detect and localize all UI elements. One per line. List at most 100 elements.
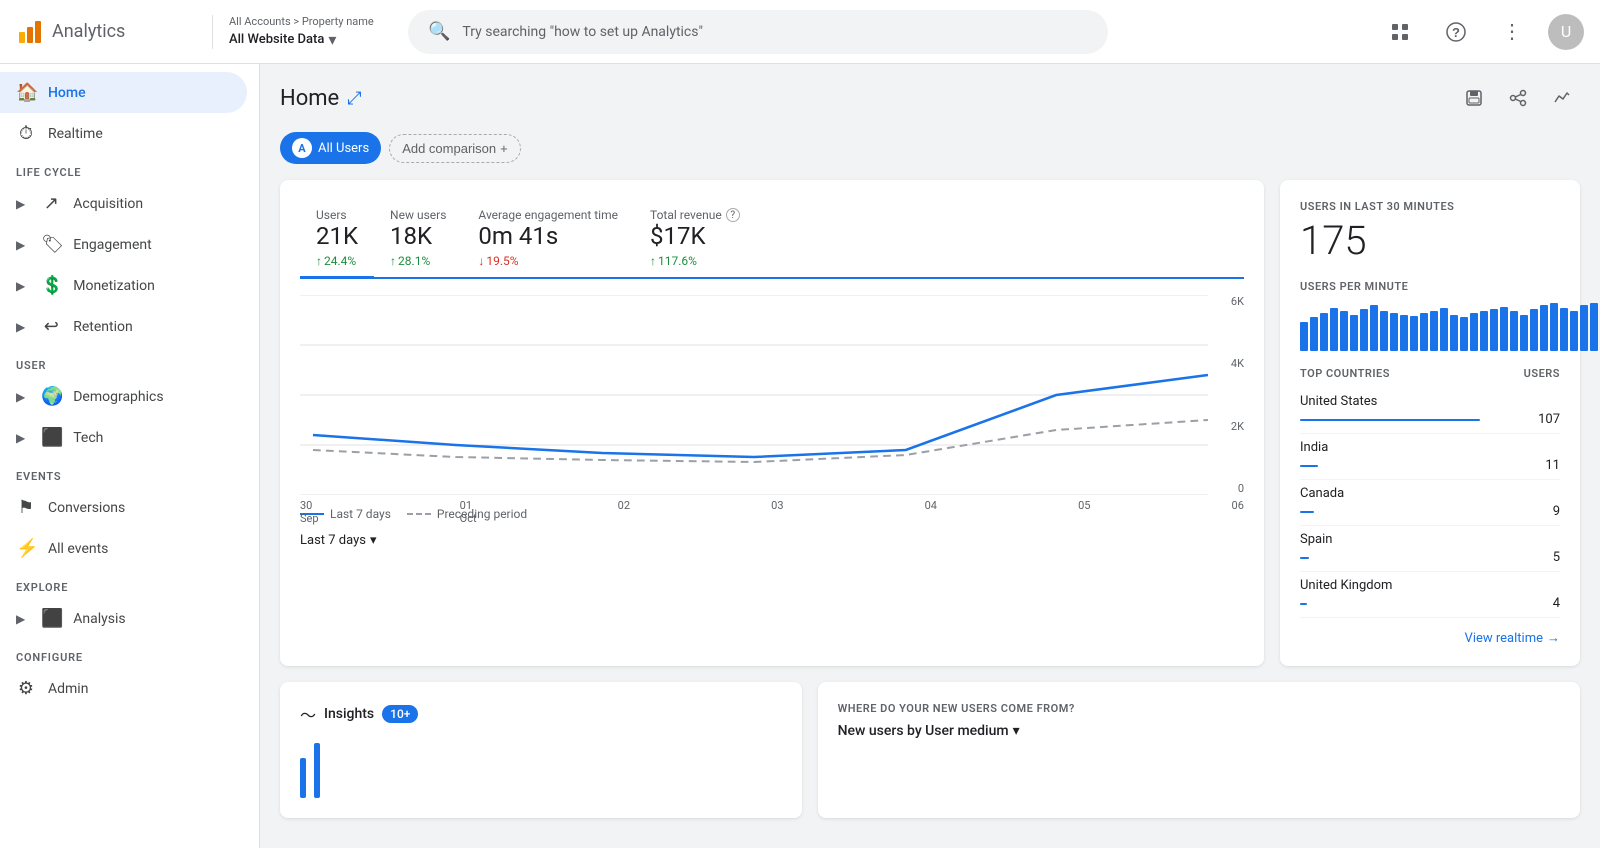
country-row[interactable]: United States 107 bbox=[1300, 388, 1560, 434]
mini-bar-item bbox=[1490, 309, 1498, 351]
expand-icon: ▶ bbox=[16, 197, 25, 211]
users-tab-value: 21K bbox=[316, 222, 358, 250]
country-name: United States bbox=[1300, 394, 1377, 409]
sidebar-item-monetization[interactable]: ▶ 💲 Monetization bbox=[0, 265, 247, 306]
country-row[interactable]: India 11 bbox=[1300, 434, 1560, 480]
main-chart: 6K 4K 2K 0 30Sep 01Oct 02 03 04 05 06 bbox=[300, 295, 1244, 495]
sidebar-label-retention: Retention bbox=[73, 319, 133, 335]
save-report-button[interactable] bbox=[1456, 80, 1492, 116]
add-comparison-button[interactable]: Add comparison + bbox=[389, 134, 521, 163]
sidebar-item-engagement[interactable]: ▶ 🏷 Engagement bbox=[0, 224, 247, 265]
new-users-dropdown[interactable]: New users by User medium ▾ bbox=[838, 723, 1560, 739]
mini-bar-item bbox=[1420, 313, 1428, 351]
revenue-info-icon: ? bbox=[726, 208, 740, 222]
realtime-value: 175 bbox=[1300, 217, 1560, 264]
help-button[interactable]: ? bbox=[1436, 12, 1476, 52]
save-report-icon bbox=[1464, 88, 1484, 108]
sidebar-item-tech[interactable]: ▶ ⬛ Tech bbox=[0, 417, 247, 458]
new-users-tab[interactable]: New users 18K ↑ 28.1% bbox=[374, 200, 462, 277]
help-icon: ? bbox=[1446, 22, 1466, 42]
tech-icon: ⬛ bbox=[41, 427, 61, 448]
expand-icon-demo: ▶ bbox=[16, 390, 25, 404]
country-row[interactable]: United Kingdom 4 bbox=[1300, 572, 1560, 618]
page-title-link-icon[interactable]: ⤢ bbox=[347, 88, 361, 109]
avg-engagement-label: Average engagement time bbox=[478, 208, 618, 222]
logo-text: Analytics bbox=[52, 21, 125, 42]
insights-button[interactable] bbox=[1544, 80, 1580, 116]
all-events-icon: ⚡ bbox=[16, 538, 36, 559]
country-row[interactable]: Canada 9 bbox=[1300, 480, 1560, 526]
sidebar-item-realtime[interactable]: ⏱ Realtime bbox=[0, 113, 247, 154]
analytics-logo-icon bbox=[16, 18, 44, 46]
apps-button[interactable] bbox=[1380, 12, 1420, 52]
users-tab[interactable]: Users 21K ↑ 24.4% bbox=[300, 200, 374, 279]
mini-bar-item bbox=[1560, 308, 1568, 351]
country-count: 9 bbox=[1553, 504, 1560, 519]
sidebar-item-admin[interactable]: ⚙ Admin bbox=[0, 668, 247, 709]
expand-icon-analysis: ▶ bbox=[16, 612, 25, 626]
mini-bar-item bbox=[1510, 311, 1518, 351]
share-icon bbox=[1508, 88, 1528, 108]
mini-bar-item bbox=[1520, 315, 1528, 351]
events-section: EVENTS bbox=[0, 458, 259, 487]
y-label-0: 0 bbox=[1238, 482, 1244, 495]
period-selector[interactable]: Last 7 days ▾ bbox=[300, 533, 1244, 548]
total-revenue-change: ↑ 117.6% bbox=[650, 254, 740, 268]
share-button[interactable] bbox=[1500, 80, 1536, 116]
search-icon: 🔍 bbox=[428, 21, 450, 42]
view-realtime-button[interactable]: View realtime → bbox=[1300, 630, 1560, 646]
sidebar-item-all-events[interactable]: ⚡ All events bbox=[0, 528, 247, 569]
bottom-row: 〜 Insights 10+ WHERE DO YOUR NEW USERS C… bbox=[280, 682, 1580, 818]
mini-bar-item bbox=[1330, 308, 1338, 351]
home-icon: 🏠 bbox=[16, 82, 36, 103]
country-bar-row: 9 bbox=[1300, 504, 1560, 519]
country-count: 4 bbox=[1553, 596, 1560, 611]
insights-card: 〜 Insights 10+ bbox=[280, 682, 802, 818]
country-bar bbox=[1300, 419, 1480, 421]
view-realtime-label: View realtime bbox=[1465, 631, 1543, 646]
users-column-label: USERS bbox=[1524, 367, 1560, 380]
all-users-chip[interactable]: A All Users bbox=[280, 132, 381, 164]
sidebar-item-demographics[interactable]: ▶ 🌍 Demographics bbox=[0, 376, 247, 417]
mini-bar-item bbox=[1460, 317, 1468, 351]
more-button[interactable]: ⋮ bbox=[1492, 12, 1532, 52]
country-bar-row: 4 bbox=[1300, 596, 1560, 611]
avg-engagement-tab[interactable]: Average engagement time 0m 41s ↓ 19.5% bbox=[462, 200, 634, 277]
page-header: Home ⤢ bbox=[280, 80, 1580, 116]
mini-bar-item bbox=[1540, 305, 1548, 351]
sidebar-item-conversions[interactable]: ⚑ Conversions bbox=[0, 487, 247, 528]
avatar-initial: U bbox=[1561, 22, 1571, 41]
new-users-change: ↑ 28.1% bbox=[390, 254, 446, 268]
breadcrumb-bottom[interactable]: All Website Data ▾ bbox=[229, 30, 392, 49]
user-avatar[interactable]: U bbox=[1548, 14, 1584, 50]
breadcrumb-dropdown-icon: ▾ bbox=[328, 30, 336, 49]
x-label-02: 02 bbox=[618, 499, 630, 525]
mini-bar-item bbox=[1580, 305, 1588, 351]
country-count: 107 bbox=[1538, 412, 1560, 427]
sidebar-item-analysis[interactable]: ▶ ⬛ Analysis bbox=[0, 598, 247, 639]
mini-bar-item bbox=[1300, 322, 1308, 351]
expand-icon-engagement: ▶ bbox=[16, 238, 25, 252]
total-revenue-tab[interactable]: Total revenue ? $17K ↑ 117.6% bbox=[634, 200, 756, 277]
mini-bar-item bbox=[1380, 311, 1388, 351]
sidebar-item-acquisition[interactable]: ▶ ↗ Acquisition bbox=[0, 183, 247, 224]
expand-icon-tech: ▶ bbox=[16, 431, 25, 445]
sidebar-label-monetization: Monetization bbox=[73, 278, 155, 294]
conversions-icon: ⚑ bbox=[16, 497, 36, 518]
mini-bar-item bbox=[1470, 313, 1478, 351]
sidebar-item-home[interactable]: 🏠 Home bbox=[0, 72, 247, 113]
search-bar[interactable]: 🔍 Try searching "how to set up Analytics… bbox=[408, 10, 1108, 54]
x-label-04: 04 bbox=[925, 499, 937, 525]
sidebar-item-retention[interactable]: ▶ ↩ Retention bbox=[0, 306, 247, 347]
mini-bar-item bbox=[1350, 315, 1358, 351]
sidebar-label-admin: Admin bbox=[48, 681, 88, 697]
sidebar-label-home: Home bbox=[48, 85, 86, 101]
x-label-03: 03 bbox=[771, 499, 783, 525]
realtime-icon: ⏱ bbox=[16, 123, 36, 144]
country-row[interactable]: Spain 5 bbox=[1300, 526, 1560, 572]
users-tab-label: Users bbox=[316, 208, 358, 222]
mini-bar-item bbox=[1430, 311, 1438, 351]
insights-title-row: 〜 Insights 10+ bbox=[300, 702, 782, 726]
x-label-05: 05 bbox=[1078, 499, 1090, 525]
line-chart-svg bbox=[300, 295, 1208, 495]
